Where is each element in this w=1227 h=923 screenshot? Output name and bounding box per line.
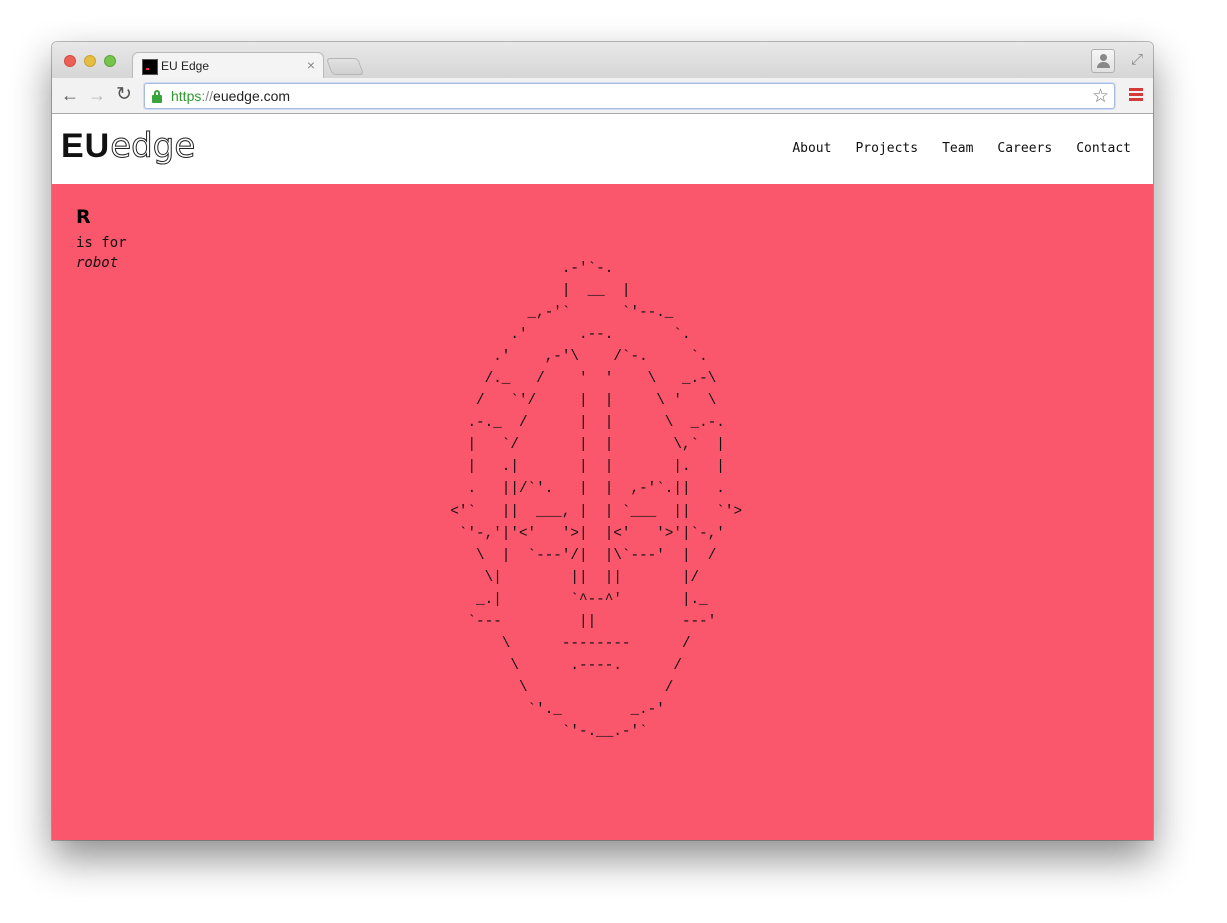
web-page: EUedge About Projects Team Careers Conta…	[52, 114, 1153, 840]
new-tab-button[interactable]	[325, 58, 365, 75]
zoom-window-button[interactable]	[104, 55, 116, 67]
site-header: EUedge About Projects Team Careers Conta…	[52, 114, 1153, 184]
logo-edge: edge	[110, 126, 196, 167]
profile-icon[interactable]	[1091, 49, 1115, 73]
tagline-word: robot	[76, 255, 119, 271]
url-host: euedge.com	[213, 88, 291, 104]
hero-tagline: is for robot	[76, 233, 127, 273]
star-icon[interactable]: ☆	[1092, 85, 1109, 108]
hero-letter: R	[76, 206, 91, 228]
url-scheme: https	[171, 88, 202, 104]
minimize-window-button[interactable]	[84, 55, 96, 67]
url-text[interactable]: https://euedge.com	[171, 88, 290, 104]
main-nav: About Projects Team Careers Contact	[792, 141, 1131, 156]
tab-title: EU Edge	[161, 59, 210, 73]
logo-eu: EU	[61, 127, 111, 165]
nav-projects[interactable]: Projects	[855, 141, 918, 156]
ascii-robot-art: .-'`-. | __ | _,-'` `'--._ .' .--. `. .'…	[450, 261, 743, 740]
back-arrow-icon[interactable]: ←	[61, 85, 79, 105]
close-window-button[interactable]	[64, 55, 76, 67]
nav-about[interactable]: About	[792, 141, 831, 156]
nav-team[interactable]: Team	[942, 141, 973, 156]
tab-strip: EU Edge × ⤢	[52, 42, 1153, 79]
reload-icon[interactable]: ↻	[116, 85, 132, 105]
browser-toolbar: ← → ↻ https://euedge.com ☆	[52, 78, 1153, 114]
address-bar[interactable]: https://euedge.com ☆	[144, 83, 1115, 109]
menu-icon[interactable]	[1129, 88, 1143, 102]
lock-icon	[152, 90, 162, 103]
forward-arrow-icon[interactable]: →	[88, 85, 106, 105]
site-logo[interactable]: EUedge	[61, 126, 196, 167]
favicon-icon	[142, 59, 158, 75]
tab-eu-edge[interactable]: EU Edge ×	[132, 52, 324, 79]
url-separator: ://	[201, 88, 214, 104]
browser-window: EU Edge × ⤢ ← → ↻ https://euedge.com ☆ E…	[52, 42, 1153, 840]
hero-section: R is for robot .-'`-. | __ | _,-'` `'--.…	[52, 184, 1153, 840]
close-tab-icon[interactable]: ×	[307, 57, 315, 73]
nav-careers[interactable]: Careers	[997, 141, 1052, 156]
nav-contact[interactable]: Contact	[1076, 141, 1131, 156]
tagline-line: is for	[76, 235, 127, 251]
fullscreen-icon[interactable]: ⤢	[1131, 51, 1143, 68]
